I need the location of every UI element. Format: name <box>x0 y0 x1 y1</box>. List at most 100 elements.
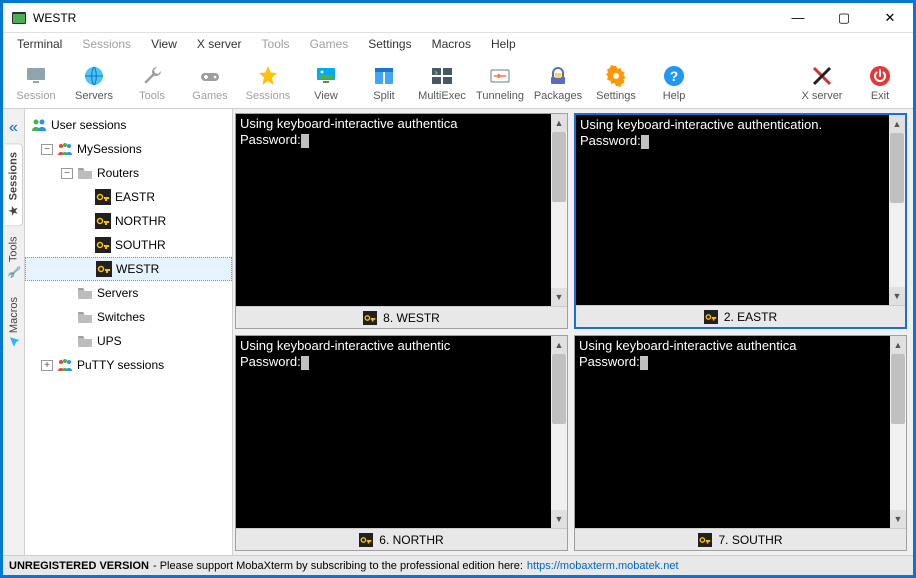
scroll-thumb[interactable] <box>552 132 566 202</box>
terminal-westr: Using keyboard-interactive authentica Pa… <box>235 113 568 329</box>
key-icon <box>95 213 111 229</box>
scroll-thumb[interactable] <box>552 354 566 424</box>
tree-session-westr[interactable]: WESTR <box>25 257 232 281</box>
terminal-southr: Using keyboard-interactive authentica Pa… <box>574 335 907 551</box>
status-message: - Please support MobaXterm by subscribin… <box>153 560 523 572</box>
scrollbar[interactable]: ▲▼ <box>889 115 905 305</box>
menu-view[interactable]: View <box>143 35 185 53</box>
scroll-thumb[interactable] <box>891 354 905 424</box>
people-color-icon <box>57 357 73 373</box>
star-icon <box>256 64 280 88</box>
terminal-output[interactable]: Using keyboard-interactive authentica Pa… <box>575 336 906 528</box>
menu-settings[interactable]: Settings <box>360 35 419 53</box>
minimize-button[interactable]: — <box>775 3 821 33</box>
toolbar-multiexec[interactable]: MultiExec <box>413 57 471 108</box>
tree-servers[interactable]: Servers <box>25 281 232 305</box>
terminal-output[interactable]: Using keyboard-interactive authenticatio… <box>576 115 905 305</box>
scroll-up-icon[interactable]: ▲ <box>551 114 567 132</box>
tree-session-southr[interactable]: SOUTHR <box>25 233 232 257</box>
tree-session-northr[interactable]: NORTHR <box>25 209 232 233</box>
toolbar-tunneling[interactable]: Tunneling <box>471 57 529 108</box>
cursor-icon <box>641 135 649 149</box>
terminal-tab[interactable]: 7. SOUTHR <box>575 528 906 550</box>
toolbar-packages[interactable]: Packages <box>529 57 587 108</box>
toolbar-games[interactable]: Games <box>181 57 239 108</box>
unregistered-label: UNREGISTERED VERSION <box>9 560 149 572</box>
menu-games[interactable]: Games <box>302 35 357 53</box>
scroll-up-icon[interactable]: ▲ <box>889 115 905 133</box>
cursor-icon <box>301 356 309 370</box>
toolbar-exit[interactable]: Exit <box>851 57 909 108</box>
scrollbar[interactable]: ▲▼ <box>551 114 567 306</box>
tree-putty-sessions[interactable]: +PuTTY sessions <box>25 353 232 377</box>
tree-ups[interactable]: UPS <box>25 329 232 353</box>
session-tree[interactable]: User sessions −MySessions −Routers EASTR… <box>25 109 233 555</box>
cursor-icon <box>640 356 648 370</box>
expand-icon[interactable]: + <box>41 360 53 371</box>
star-icon: ★ <box>7 204 20 217</box>
scrollbar[interactable]: ▲▼ <box>551 336 567 528</box>
tree-user-sessions[interactable]: User sessions <box>25 113 232 137</box>
sidetab-macros[interactable]: Macros <box>6 289 22 356</box>
sidetab-tools[interactable]: 🔧Tools <box>5 228 22 287</box>
toolbar-help[interactable]: Help <box>645 57 703 108</box>
toolbar-session[interactable]: Session <box>7 57 65 108</box>
tree-session-eastr[interactable]: EASTR <box>25 185 232 209</box>
collapse-icon[interactable]: − <box>41 144 53 155</box>
toolbar-tools[interactable]: Tools <box>123 57 181 108</box>
view-icon <box>314 64 338 88</box>
monitor-icon <box>24 64 48 88</box>
key-icon <box>698 533 712 547</box>
power-icon <box>868 64 892 88</box>
sidetab-sessions[interactable]: ★Sessions <box>4 143 23 226</box>
key-icon <box>95 237 111 253</box>
xserver-icon <box>810 64 834 88</box>
terminal-tab[interactable]: 8. WESTR <box>236 306 567 328</box>
scroll-down-icon[interactable]: ▼ <box>889 287 905 305</box>
menu-sessions[interactable]: Sessions <box>74 35 139 53</box>
toolbar-settings[interactable]: Settings <box>587 57 645 108</box>
menu-macros[interactable]: Macros <box>424 35 479 53</box>
tree-switches[interactable]: Switches <box>25 305 232 329</box>
scroll-down-icon[interactable]: ▼ <box>551 288 567 306</box>
tree-mysessions[interactable]: −MySessions <box>25 137 232 161</box>
key-icon <box>359 533 373 547</box>
toolbar-xserver[interactable]: X server <box>793 57 851 108</box>
menu-help[interactable]: Help <box>483 35 524 53</box>
terminal-output[interactable]: Using keyboard-interactive authentic Pas… <box>236 336 567 528</box>
key-icon <box>95 189 111 205</box>
folder-icon <box>77 333 93 349</box>
toolbar-servers[interactable]: Servers <box>65 57 123 108</box>
key-icon <box>704 310 718 324</box>
gear-icon <box>604 64 628 88</box>
maximize-button[interactable]: ▢ <box>821 3 867 33</box>
toolbar-sessions[interactable]: Sessions <box>239 57 297 108</box>
key-icon <box>96 261 112 277</box>
titlebar[interactable]: WESTR — ▢ ✕ <box>3 3 913 33</box>
menu-terminal[interactable]: Terminal <box>9 35 70 53</box>
terminal-eastr: Using keyboard-interactive authenticatio… <box>574 113 907 329</box>
multiexec-icon <box>430 64 454 88</box>
scroll-thumb[interactable] <box>890 133 904 203</box>
scroll-down-icon[interactable]: ▼ <box>890 510 906 528</box>
folder-icon <box>77 165 93 181</box>
collapse-icon[interactable]: − <box>61 168 73 179</box>
toolbar-split[interactable]: Split <box>355 57 413 108</box>
close-button[interactable]: ✕ <box>867 3 913 33</box>
scroll-up-icon[interactable]: ▲ <box>551 336 567 354</box>
status-link[interactable]: https://mobaxterm.mobatek.net <box>527 560 679 572</box>
menu-xserver[interactable]: X server <box>189 35 250 53</box>
collapse-sidebar-button[interactable]: « <box>5 115 22 141</box>
terminal-tab[interactable]: 6. NORTHR <box>236 528 567 550</box>
folder-icon <box>77 285 93 301</box>
tree-routers[interactable]: −Routers <box>25 161 232 185</box>
scroll-up-icon[interactable]: ▲ <box>890 336 906 354</box>
people-color-icon <box>57 141 73 157</box>
terminal-tab[interactable]: 2. EASTR <box>576 305 905 327</box>
scroll-down-icon[interactable]: ▼ <box>551 510 567 528</box>
tunneling-icon <box>488 64 512 88</box>
menu-tools[interactable]: Tools <box>254 35 298 53</box>
terminal-output[interactable]: Using keyboard-interactive authentica Pa… <box>236 114 567 306</box>
toolbar-view[interactable]: View <box>297 57 355 108</box>
scrollbar[interactable]: ▲▼ <box>890 336 906 528</box>
